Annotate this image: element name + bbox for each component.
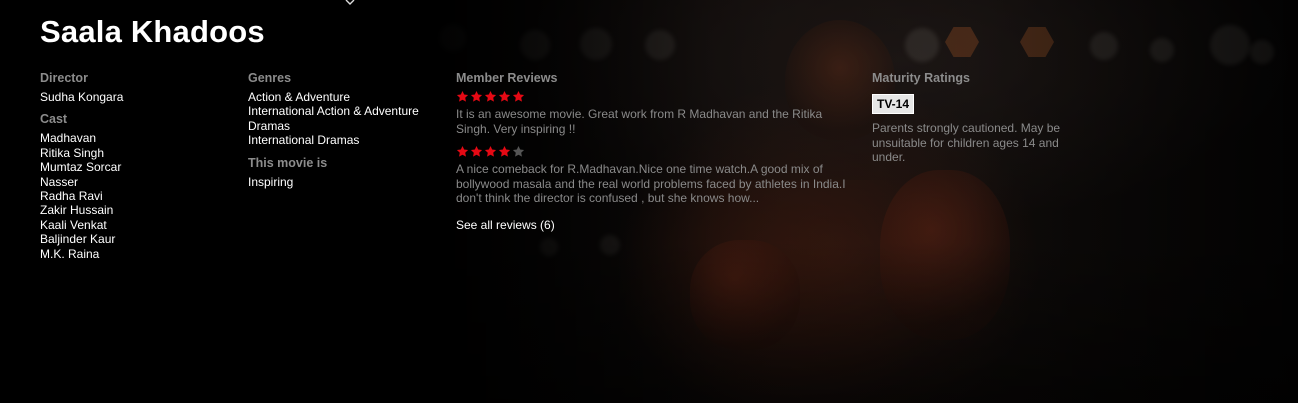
see-all-reviews-link[interactable]: See all reviews (6) (456, 218, 555, 232)
star-rating (456, 145, 856, 159)
star-icon (470, 90, 483, 102)
director-section: Director Sudha Kongara (40, 71, 230, 104)
star-icon (512, 90, 525, 102)
genres-section: Genres Action & Adventure International … (248, 71, 448, 148)
cast-member[interactable]: Kaali Venkat (40, 218, 230, 232)
genres-column: Genres Action & Adventure International … (248, 71, 448, 189)
credits-column: Director Sudha Kongara Cast Madhavan Rit… (40, 71, 230, 261)
genre-link[interactable]: Action & Adventure (248, 90, 448, 104)
star-icon (484, 145, 497, 157)
maturity-rating-badge: TV-14 (872, 94, 915, 114)
cast-label: Cast (40, 112, 68, 127)
maturity-label: Maturity Ratings (872, 71, 970, 85)
genres-label: Genres (248, 71, 292, 85)
cast-section: Cast Madhavan Ritika Singh Mumtaz Sorcar… (40, 112, 230, 261)
star-rating (456, 90, 856, 104)
this-movie-is-section: This movie is Inspiring (248, 156, 448, 189)
this-movie-is-label: This movie is (248, 155, 328, 170)
director-name[interactable]: Sudha Kongara (40, 90, 230, 104)
maturity-column: Maturity Ratings TV-14 Parents strongly … (872, 71, 1072, 165)
star-icon (470, 145, 483, 157)
cast-member[interactable]: Zakir Hussain (40, 203, 230, 217)
mood-tag[interactable]: Inspiring (248, 175, 448, 189)
cast-member[interactable]: Nasser (40, 175, 230, 189)
reviews-label: Member Reviews (456, 71, 558, 85)
reviews-column: Member Reviews It is an awesome movie. G… (456, 71, 856, 234)
star-icon (456, 145, 469, 157)
cast-member[interactable]: Ritika Singh (40, 146, 230, 160)
star-icon (512, 145, 525, 157)
review-item: It is an awesome movie. Great work from … (456, 90, 856, 136)
cast-member[interactable]: Radha Ravi (40, 189, 230, 203)
review-text: It is an awesome movie. Great work from … (456, 107, 823, 136)
star-icon (456, 90, 469, 102)
genre-link[interactable]: Dramas (248, 119, 448, 133)
review-text: A nice comeback for R.Madhavan.Nice one … (456, 162, 846, 205)
cast-member[interactable]: M.K. Raina (40, 247, 230, 261)
cast-member[interactable]: Baljinder Kaur (40, 232, 230, 246)
star-icon (484, 90, 497, 102)
cast-member[interactable]: Mumtaz Sorcar (40, 160, 230, 174)
title-heading: Saala Khadoos (40, 14, 265, 49)
star-icon (498, 145, 511, 157)
genre-link[interactable]: International Dramas (248, 133, 448, 147)
review-item: A nice comeback for R.Madhavan.Nice one … (456, 145, 856, 206)
title-details-panel: Saala Khadoos Director Sudha Kongara Cas… (0, 0, 1298, 403)
cast-member[interactable]: Madhavan (40, 131, 230, 145)
genre-link[interactable]: International Action & Adventure (248, 104, 448, 118)
director-label: Director (40, 71, 88, 85)
maturity-description: Parents strongly cautioned. May be unsui… (872, 121, 1061, 164)
star-icon (498, 90, 511, 102)
